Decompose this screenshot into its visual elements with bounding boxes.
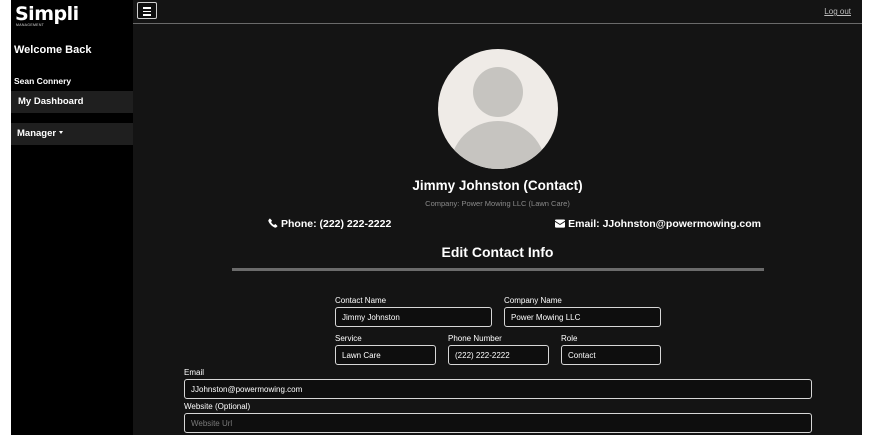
- phone-icon: [268, 218, 278, 228]
- email-input[interactable]: [184, 379, 812, 399]
- website-input[interactable]: [184, 413, 812, 433]
- avatar-head: [473, 67, 523, 117]
- avatar-body: [450, 121, 546, 169]
- sidebar-item-manager[interactable]: Manager: [11, 123, 133, 145]
- phone-number-label: Phone Number: [448, 334, 502, 343]
- top-bar: Log out: [133, 0, 862, 24]
- caret-down-icon: [59, 131, 64, 134]
- logo-text: Simpli: [15, 3, 79, 25]
- contact-name-label: Contact Name: [335, 296, 387, 305]
- logout-link[interactable]: Log out: [824, 7, 851, 16]
- email-text: Email: JJohnston@powermowing.com: [568, 218, 761, 230]
- section-divider: [232, 268, 764, 271]
- company-name-label: Company Name: [504, 296, 562, 305]
- sidebar: Simpli MANAGEMENT Welcome Back Sean Conn…: [11, 0, 133, 435]
- sidebar-item-my-dashboard[interactable]: My Dashboard: [11, 91, 133, 113]
- email-label: Email: [184, 368, 205, 377]
- email-display: Email: JJohnston@powermowing.com: [555, 218, 761, 230]
- phone-number-input[interactable]: [448, 345, 549, 365]
- avatar: [438, 49, 558, 169]
- service-input[interactable]: [335, 345, 436, 365]
- phone-text: Phone: (222) 222-2222: [281, 218, 392, 230]
- hamburger-icon[interactable]: [137, 2, 157, 19]
- logo[interactable]: Simpli MANAGEMENT: [15, 3, 79, 29]
- website-label: Website (Optional): [184, 402, 251, 411]
- logo-subtext: MANAGEMENT: [16, 23, 45, 27]
- company-name-input[interactable]: [504, 307, 661, 327]
- welcome-text: Welcome Back: [14, 44, 92, 56]
- company-subtitle: Company: Power Mowing LLC (Lawn Care): [425, 199, 570, 208]
- role-label: Role: [561, 334, 578, 343]
- sidebar-item-label: Manager: [17, 128, 57, 139]
- username: Sean Connery: [14, 76, 72, 86]
- sidebar-item-label: My Dashboard: [18, 96, 84, 107]
- contact-name-heading: Jimmy Johnston (Contact): [412, 178, 583, 193]
- contact-name-input[interactable]: [335, 307, 492, 327]
- phone-display: Phone: (222) 222-2222: [268, 218, 391, 230]
- service-label: Service: [335, 334, 362, 343]
- role-input[interactable]: [561, 345, 661, 365]
- envelope-icon: [555, 219, 566, 228]
- main-content: Log out Jimmy Johnston (Contact) Company…: [133, 0, 862, 435]
- edit-contact-title: Edit Contact Info: [441, 244, 554, 260]
